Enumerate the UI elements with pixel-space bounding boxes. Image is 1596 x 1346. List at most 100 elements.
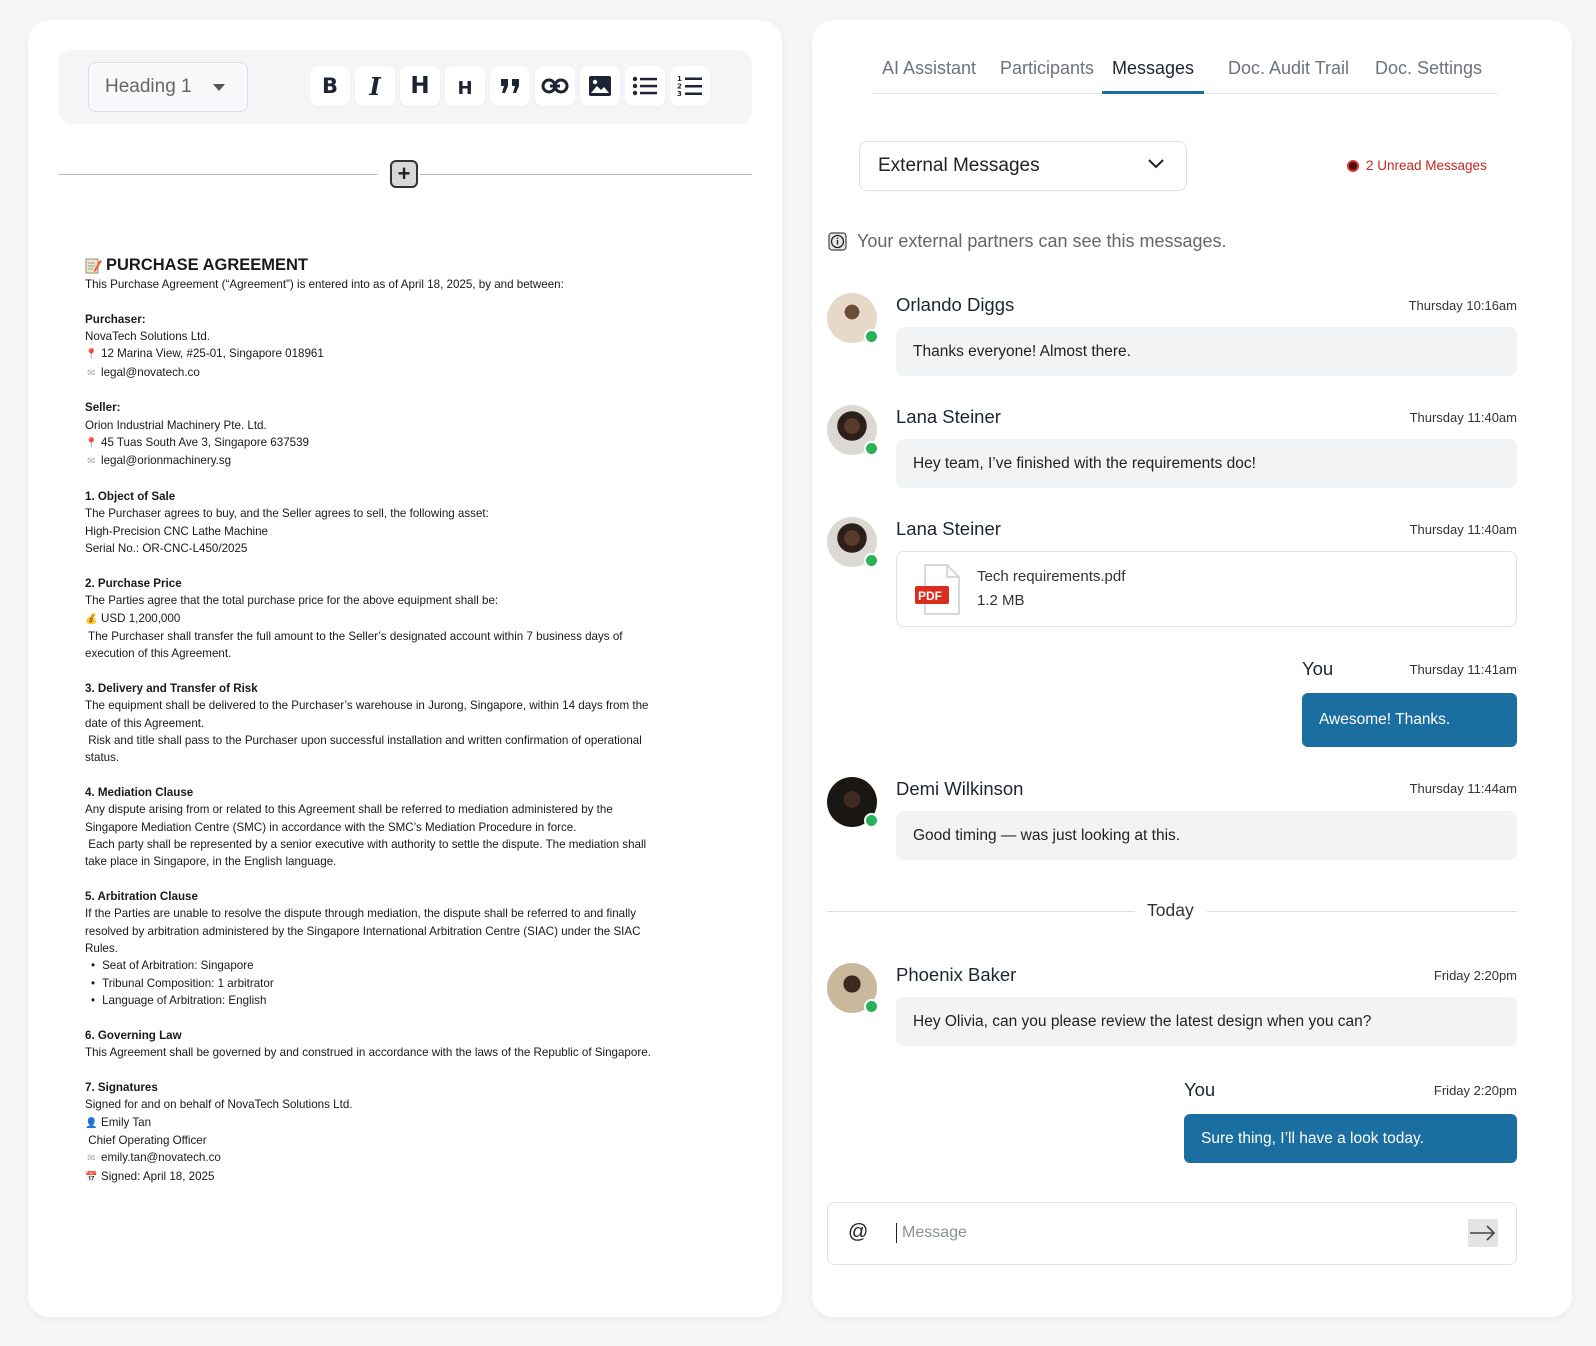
italic-button[interactable]: I [355,66,395,106]
doc-seller-email: legal@orionmachinery.sg [101,454,232,468]
message-time: Thursday 11:40am [1409,410,1517,425]
quote-button[interactable] [490,66,530,106]
doc-line: Risk and title shall pass to the Purchas… [85,733,642,747]
doc-section-title: 2. Purchase Price [85,576,182,590]
file-attachment[interactable]: PDF Tech requirements.pdf 1.2 MB [896,551,1517,627]
doc-bullet: Language of Arbitration: English [85,992,735,1009]
chat-panel: AI Assistant Participants Messages Doc. … [812,20,1572,1317]
message-time: Thursday 10:16am [1408,298,1517,313]
message-composer: @ [827,1202,1517,1265]
doc-spacer [85,558,735,575]
document-title-text: PURCHASE AGREEMENT [106,256,308,274]
doc-spacer [85,471,735,488]
block-type-value: Heading 1 [105,76,192,97]
tab-ai-assistant[interactable]: AI Assistant [872,58,986,94]
mention-button[interactable]: @ [848,1221,868,1244]
avatar[interactable] [827,777,879,828]
tab-bar: AI Assistant Participants Messages Doc. … [872,58,1498,94]
doc-line: The Purchaser agrees to buy, and the Sel… [85,507,489,521]
avatar[interactable] [827,293,879,344]
tab-messages[interactable]: Messages [1102,58,1205,94]
doc-signed-date: Signed: April 18, 2025 [101,1169,215,1183]
person-icon: 👤 [85,1117,98,1129]
formatting-toolbar: Heading 1 B I H H 123 [58,50,752,124]
envelope-icon: ✉ [87,456,96,468]
file-type-badge: PDF [918,589,942,603]
bold-button[interactable]: B [310,66,350,106]
date-separator-label: Today [1147,900,1194,920]
online-status-icon [864,441,879,456]
pin-icon: 📍 [85,438,98,450]
add-block-button[interactable]: + [390,160,418,188]
tab-doc-audit-trail[interactable]: Doc. Audit Trail [1218,58,1359,94]
message-bubble-mine: Sure thing, I’ll have a look today. [1184,1114,1517,1163]
tab-participants[interactable]: Participants [990,58,1104,94]
message-sender: Demi Wilkinson [896,778,1024,799]
image-button[interactable] [580,66,620,106]
channel-select[interactable]: External Messages [859,141,1187,191]
link-button[interactable] [535,66,575,106]
doc-purchaser-address: 12 Marina View, #25-01, Singapore 018961 [101,347,324,361]
doc-line: Each party shall be represented by a sen… [85,838,647,851]
online-status-icon [864,999,879,1014]
doc-spacer [85,767,735,784]
send-arrow-icon[interactable] [1468,1219,1498,1247]
avatar[interactable] [827,517,879,568]
doc-line: date of this Agreement. [85,716,205,730]
doc-line: High-Precision CNC Lathe Machine [85,524,269,538]
calendar-icon: 📅 [85,1171,98,1183]
message-time: Thursday 11:44am [1409,781,1517,796]
doc-section-title: 4. Mediation Clause [85,785,194,799]
doc-line: If the Parties are unable to resolve the… [85,907,637,921]
editor-panel: Heading 1 B I H H 123 + PURCHASE AGREEME… [28,20,782,1317]
image-icon [589,76,611,96]
online-status-icon [864,813,879,828]
doc-purchaser-address-line: 📍 12 Marina View, #25-01, Singapore 01896… [85,345,735,363]
doc-spacer [85,1009,735,1026]
link-icon [541,78,569,94]
online-status-icon [864,329,879,344]
avatar[interactable] [827,963,879,1014]
block-type-select[interactable]: Heading 1 [88,62,248,112]
doc-seller-name: Orion Industrial Machinery Pte. Ltd. [85,418,267,432]
document-body[interactable]: PURCHASE AGREEMENT This Purchase Agreeme… [85,254,735,1186]
doc-spacer [85,663,735,680]
message-input[interactable] [902,1219,1442,1247]
plus-icon: + [397,161,411,186]
heading-small-button[interactable]: H [445,66,485,106]
file-size: 1.2 MB [977,592,1025,609]
separator-line [1207,911,1517,912]
envelope-icon: ✉ [87,367,96,379]
numbered-list-button[interactable]: 123 [670,66,710,106]
doc-signer-email-line: ✉ emily.tan@novatech.co [85,1149,735,1167]
doc-intro: This Purchase Agreement (“Agreement”) is… [85,278,564,291]
file-name: Tech requirements.pdf [977,568,1126,585]
doc-signer-name: Emily Tan [101,1115,152,1129]
doc-line: status. [85,751,120,765]
avatar[interactable] [827,405,879,456]
text-cursor [896,1223,897,1243]
doc-line: The Purchaser shall transfer the full am… [85,629,623,643]
doc-line: Singapore Mediation Centre (SMC) in acco… [85,820,577,834]
unread-indicator[interactable]: 2 Unread Messages [1347,158,1487,173]
italic-label: I [369,71,381,101]
doc-signed-date-line: 📅 Signed: April 18, 2025 [85,1168,735,1186]
doc-line: Signed for and on behalf of NovaTech Sol… [85,1098,353,1112]
channel-select-value: External Messages [878,155,1040,176]
message-bubble: Good timing — was just looking at this. [896,811,1517,860]
tab-doc-settings[interactable]: Doc. Settings [1365,58,1492,94]
heading-large-button[interactable]: H [400,66,440,106]
numbered-list-icon: 123 [677,75,702,97]
doc-purchaser-name: NovaTech Solutions Ltd. [85,330,211,344]
doc-section-title: 6. Governing Law [85,1028,182,1042]
unread-dot-icon [1347,159,1359,172]
doc-line: The equipment shall be delivered to the … [85,699,649,713]
message-sender: You [1302,658,1334,679]
doc-price: USD 1,200,000 [101,611,181,625]
doc-section-title: 5. Arbitration Clause [85,890,198,904]
message-sender: You [1184,1079,1216,1100]
bullet-list-icon [632,76,657,96]
doc-line: Any dispute arising from or related to t… [85,803,613,817]
doc-seller-email-line: ✉ legal@orionmachinery.sg [85,452,735,470]
bullet-list-button[interactable] [625,66,665,106]
